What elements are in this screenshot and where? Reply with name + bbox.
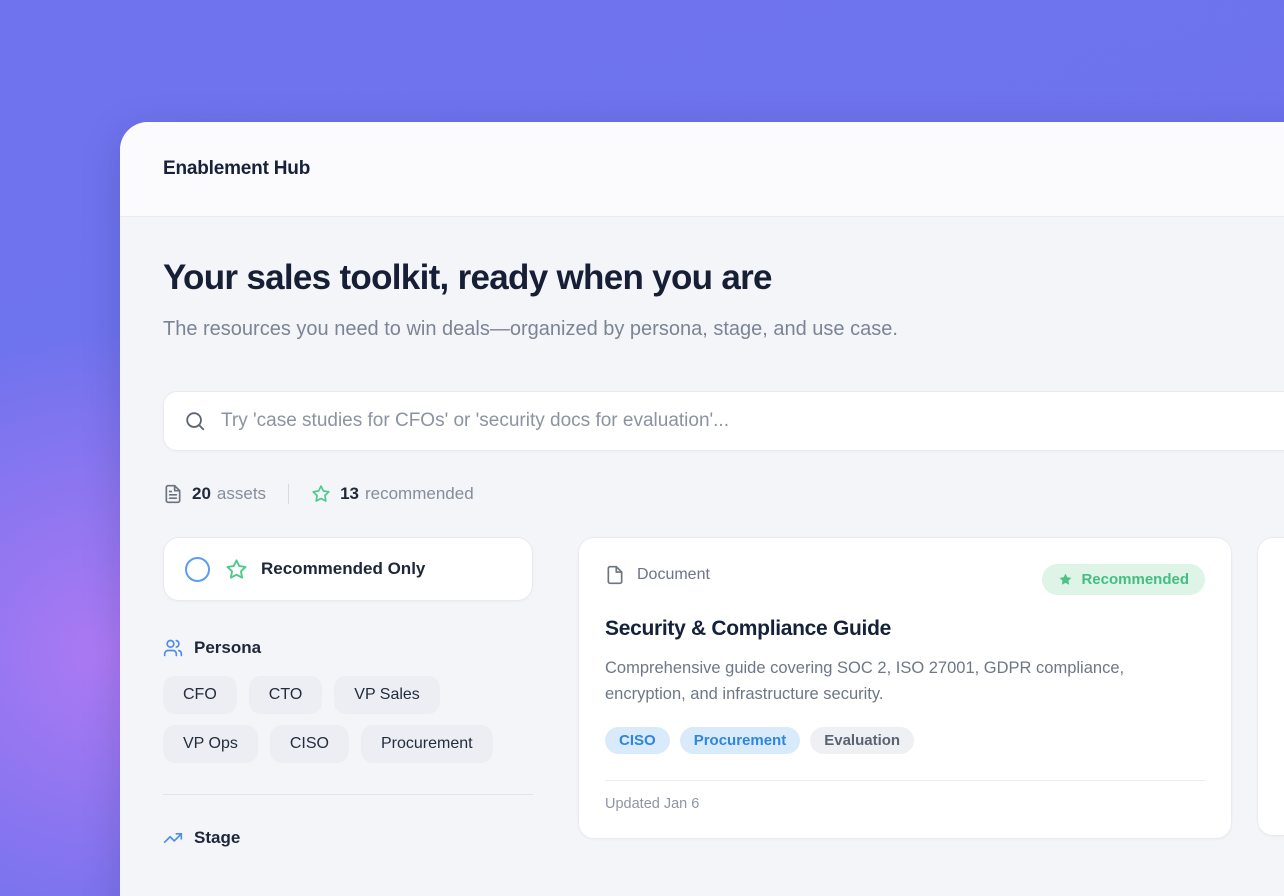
file-icon [605, 564, 625, 586]
card-tags: CISO Procurement Evaluation [605, 727, 1205, 754]
stage-title: Stage [194, 828, 240, 848]
tag-ciso: CISO [605, 727, 670, 754]
persona-chip-ciso[interactable]: CISO [270, 725, 349, 763]
badge-label: Recommended [1081, 571, 1189, 588]
star-filled-icon [1058, 572, 1073, 587]
persona-chips: CFO CTO VP Sales VP Ops CISO Procurement [163, 676, 533, 763]
tag-procurement: Procurement [680, 727, 801, 754]
recommended-badge: Recommended [1042, 564, 1205, 595]
card-type-row: Document Recommended [605, 564, 1205, 595]
search-icon [184, 410, 206, 432]
panel-header: Enablement Hub [120, 122, 1284, 217]
card-type: Document [605, 564, 710, 586]
recommended-label: recommended [365, 484, 474, 504]
card-description: Comprehensive guide covering SOC 2, ISO … [605, 655, 1195, 707]
search-input[interactable] [221, 410, 1284, 432]
recommended-only-toggle[interactable]: Recommended Only [163, 537, 533, 601]
users-icon [163, 638, 183, 658]
assets-count: 20 [192, 484, 211, 504]
persona-chip-cto[interactable]: CTO [249, 676, 322, 714]
persona-header: Persona [163, 638, 533, 658]
recommended-count: 13 [340, 484, 359, 504]
stats-divider [288, 484, 289, 504]
radio-circle-icon[interactable] [185, 557, 210, 582]
persona-chip-vp-ops[interactable]: VP Ops [163, 725, 258, 763]
search-bar[interactable] [163, 391, 1284, 451]
card-updated-date: Updated Jan 6 [605, 796, 1205, 812]
page-title: Your sales toolkit, ready when you are [163, 258, 1284, 298]
star-icon [311, 484, 331, 504]
persona-title: Persona [194, 638, 261, 658]
asset-card-partial[interactable] [1257, 537, 1284, 836]
persona-section: Persona CFO CTO VP Sales VP Ops CISO Pro… [163, 638, 533, 763]
persona-chip-vp-sales[interactable]: VP Sales [334, 676, 440, 714]
stats-row: 20 assets 13 recommended [163, 484, 1284, 504]
panel-main: Your sales toolkit, ready when you are T… [120, 217, 1284, 848]
star-icon [225, 558, 248, 581]
card-type-label: Document [637, 566, 710, 584]
card-divider [605, 780, 1205, 781]
trending-up-icon [163, 828, 183, 848]
recommended-only-label: Recommended Only [261, 559, 425, 579]
content-row: Recommended Only Persona CFO CTO VP Sale… [163, 537, 1284, 848]
assets-label: assets [217, 484, 266, 504]
page-subtitle: The resources you need to win deals—orga… [163, 312, 933, 347]
cards-row: Document Recommended Security & Complian… [578, 537, 1284, 839]
app-title: Enablement Hub [163, 158, 310, 180]
persona-chip-cfo[interactable]: CFO [163, 676, 237, 714]
filters-sidebar: Recommended Only Persona CFO CTO VP Sale… [163, 537, 533, 848]
stage-section: Stage [163, 828, 533, 848]
card-title: Security & Compliance Guide [605, 617, 1205, 641]
persona-chip-procurement[interactable]: Procurement [361, 725, 493, 763]
main-panel: Enablement Hub Your sales toolkit, ready… [120, 122, 1284, 896]
sidebar-divider [163, 794, 533, 795]
tag-evaluation: Evaluation [810, 727, 914, 754]
stage-header: Stage [163, 828, 533, 848]
document-icon [163, 484, 183, 504]
asset-card-security-compliance-guide[interactable]: Document Recommended Security & Complian… [578, 537, 1232, 839]
